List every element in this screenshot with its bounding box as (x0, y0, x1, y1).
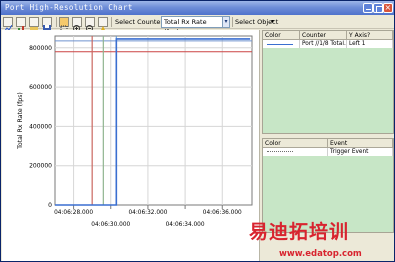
y-axis-label: Total Rx Rate (fps) (17, 92, 24, 150)
x-tick-label: 04:06:28.000 (54, 210, 93, 216)
y-tick-label: 600000 (29, 84, 52, 91)
maximize-button[interactable] (373, 3, 383, 13)
zoom-out-icon[interactable] (85, 17, 95, 32)
chart-area[interactable]: 800000 600000 400000 200000 0 04:06:28.000 04:… (2, 30, 260, 261)
event-name-cell: Trigger Event (328, 148, 393, 156)
toolbar-separator (232, 17, 233, 27)
y-tick-label: 800000 (29, 45, 52, 52)
zoom-select-icon[interactable] (59, 17, 69, 33)
counter-name-cell: Port //1/8 Total... (300, 40, 347, 48)
counter-y-axis-cell[interactable]: Left 1 (347, 40, 393, 48)
open-icon[interactable] (29, 17, 39, 33)
minimize-button[interactable] (363, 3, 373, 13)
x-tick-label: 04:06:36.000 (203, 210, 242, 216)
highlight-icon[interactable] (98, 17, 108, 32)
column-header-color[interactable]: Color (263, 139, 328, 148)
counters-table[interactable]: Color Counter Y Axis? Port //1/8 Total..… (262, 30, 394, 134)
x-tick-label: 04:06:32.000 (128, 210, 167, 216)
counter-color-cell (263, 40, 300, 48)
y-tick-label: 200000 (29, 163, 52, 170)
column-header-counter[interactable]: Counter (300, 31, 347, 40)
chevron-down-icon[interactable]: ▾ (271, 17, 274, 27)
watermark-url: www.edatop.com (279, 249, 362, 259)
y-tick-label: 0 (48, 202, 52, 209)
zoom-in-icon[interactable] (72, 17, 82, 32)
chevron-down-icon[interactable]: ▾ (222, 16, 230, 28)
toolbar: Select Counter Total Rx Rate (fps) ▾ Sel… (1, 15, 394, 36)
column-header-color[interactable]: Color (263, 31, 300, 40)
x-tick-label: 04:06:34.000 (166, 222, 205, 228)
rx-rate-chart[interactable]: 800000 600000 400000 200000 004:06:28.000 04:… (2, 30, 260, 261)
title-bar[interactable]: Port High-Resolution Chart × (1, 1, 394, 15)
toolbar-separator (56, 17, 57, 27)
y-tick-label: 400000 (29, 123, 52, 130)
event-swatch (267, 151, 293, 152)
watermark-logo: 易迪拓培训 (249, 221, 350, 243)
select-counter-label[interactable]: Select Counter (115, 17, 163, 27)
chart-window: Port High-Resolution Chart × Select Coun… (0, 0, 395, 262)
counter-select[interactable]: Total Rx Rate (fps) (161, 16, 223, 36)
save-icon[interactable] (42, 17, 52, 33)
bar-chart-icon[interactable] (16, 17, 26, 33)
window-title: Port High-Resolution Chart (5, 3, 133, 12)
x-tick-label: 04:06:30.000 (91, 222, 130, 228)
column-header-event[interactable]: Event (328, 139, 393, 148)
close-button[interactable]: × (383, 3, 393, 13)
column-header-y-axis[interactable]: Y Axis? (347, 31, 393, 40)
line-chart-icon[interactable] (3, 17, 13, 33)
toolbar-separator (111, 17, 112, 27)
series-swatch (267, 43, 293, 45)
event-color-cell (263, 148, 328, 156)
